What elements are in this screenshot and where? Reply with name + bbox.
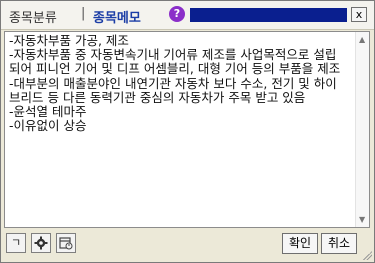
title-bar: 종목분류 | 종목메모 ? x: [1, 1, 374, 30]
scroll-down-icon[interactable]: ▼: [359, 215, 365, 224]
tab-category[interactable]: 종목분류: [9, 7, 57, 26]
memo-scrollbar[interactable]: ▲ ▼: [355, 32, 369, 227]
tab-memo[interactable]: 종목메모: [93, 7, 141, 26]
text-format-button[interactable]: ㄱ: [6, 233, 26, 253]
help-icon[interactable]: ?: [169, 6, 185, 22]
cancel-button[interactable]: 취소: [321, 233, 357, 254]
gear-icon: [34, 236, 48, 250]
bottom-toolbar: ㄱ 확인 취소: [1, 229, 374, 262]
memo-window: 종목분류 | 종목메모 ? x -자동차부품 가공, 제조 -자동차부품 중 자…: [0, 0, 375, 263]
confirm-button[interactable]: 확인: [282, 233, 318, 254]
calendar-icon: [59, 237, 73, 250]
scroll-up-icon[interactable]: ▲: [359, 35, 365, 44]
schedule-button[interactable]: [56, 233, 76, 253]
tab-separator: |: [81, 6, 86, 21]
memo-text[interactable]: -자동차부품 가공, 제조 -자동차부품 중 자동변속기내 기어류 제조를 사업…: [9, 34, 347, 224]
resize-grip[interactable]: [362, 250, 372, 260]
color-bar: [190, 8, 347, 22]
memo-textarea[interactable]: -자동차부품 가공, 제조 -자동차부품 중 자동변속기내 기어류 제조를 사업…: [4, 31, 370, 228]
settings-button[interactable]: [31, 233, 51, 253]
close-button[interactable]: x: [351, 7, 367, 22]
